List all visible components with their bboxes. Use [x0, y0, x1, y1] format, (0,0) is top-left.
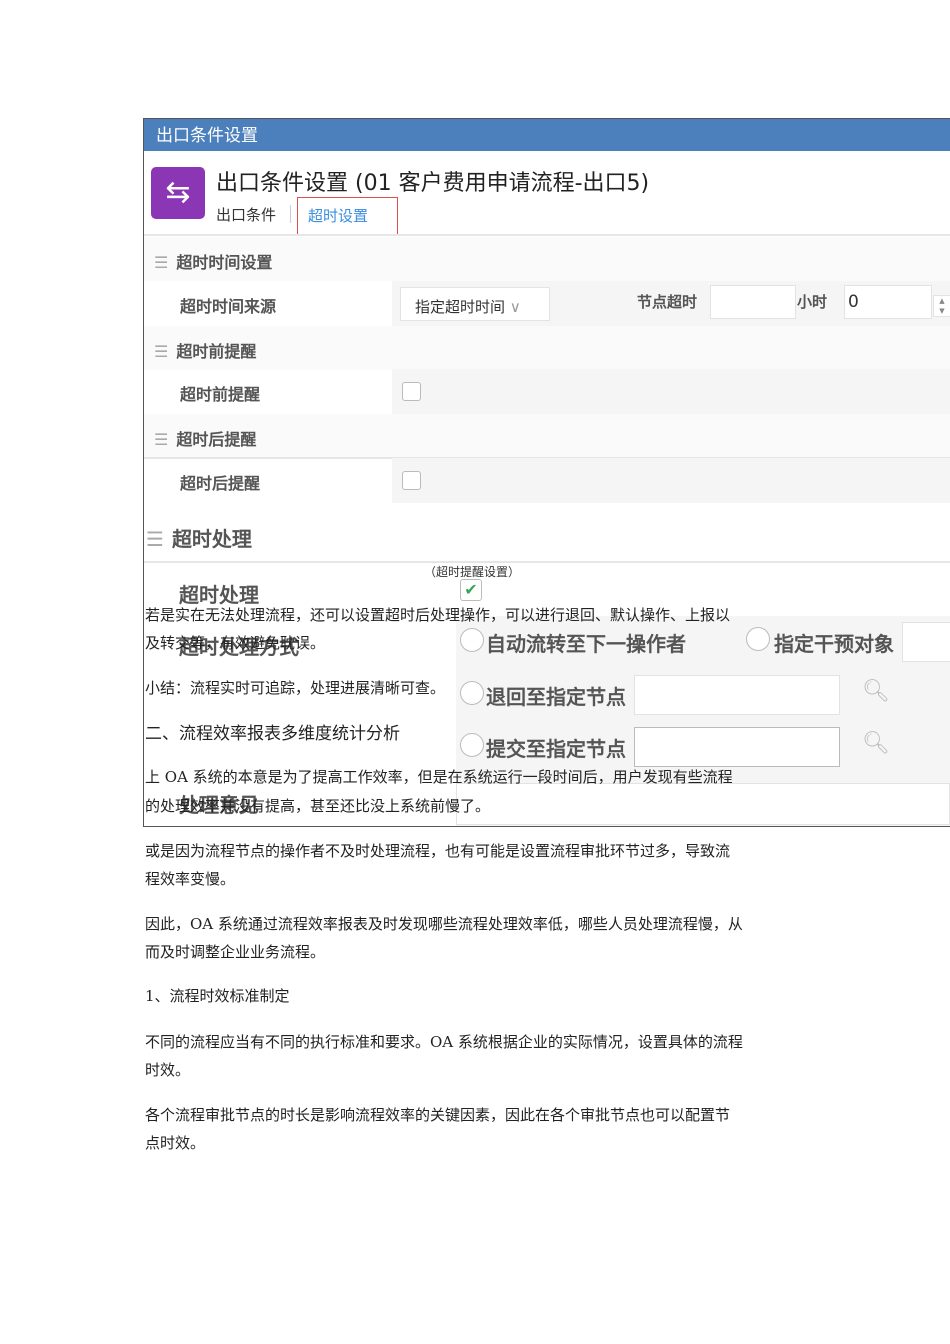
section-title: 超时后提醒 [176, 430, 257, 449]
window-title: 出口条件设置 [144, 119, 950, 151]
section-before-remind: ☰ 超时前提醒 [144, 326, 950, 370]
section-handling: ☰ 超时处理 [144, 511, 950, 561]
section-title: 超时前提醒 [176, 342, 257, 361]
hours-spinner[interactable]: ▲ ▼ [933, 295, 950, 317]
hours-label: 小时 [797, 293, 828, 311]
radio-intervene[interactable] [746, 627, 770, 651]
search-icon[interactable]: 🔍︎ [862, 679, 890, 704]
tab-exit-conditions[interactable]: 出口条件 [216, 204, 276, 225]
row-before-remind: 超时前提醒 [144, 369, 950, 414]
time-source-value: 指定超时时间 [415, 298, 506, 316]
paragraph-line: 上 OA 系统的本意是为了提高工作效率，但是在系统运行一段时间后，用户发现有些流… [145, 768, 733, 786]
menu-icon: ☰ [154, 253, 169, 272]
paragraph-line: 的处理效率并没有提高，甚至还比没上系统前慢了。 [145, 797, 491, 815]
page-title: 出口条件设置 (01 客户费用申请流程-出口5) [216, 171, 650, 196]
flow-exit-icon: ⇆ [151, 167, 205, 219]
option-label: 指定干预对象 [774, 632, 894, 656]
section-title: 超时时间设置 [176, 253, 273, 272]
after-remind-label: 超时后提醒 [180, 474, 261, 493]
row-time-source: 超时时间来源 指定超时时间 ∨ 节点超时 小时 0 ▲ ▼ [144, 281, 950, 326]
before-remind-checkbox[interactable] [402, 382, 421, 401]
paragraph-line: 小结：流程实时可追踪，处理进展清晰可查。 [145, 679, 446, 697]
radio-auto-next[interactable] [460, 628, 484, 652]
search-icon[interactable]: 🔍︎ [862, 731, 890, 756]
node-timeout-label: 节点超时 [637, 293, 698, 311]
subheading: 1、流程时效标准制定 [145, 987, 290, 1005]
submit-node-input[interactable] [634, 727, 840, 767]
handling-checkbox[interactable]: ✔ [460, 579, 482, 601]
divider [144, 234, 950, 236]
row-bg [392, 458, 950, 503]
before-remind-label: 超时前提醒 [180, 385, 261, 404]
paragraph-line: 时效。 [145, 1061, 191, 1079]
opinion-input[interactable] [456, 783, 950, 825]
paragraph-line: 点时效。 [145, 1134, 206, 1152]
chevron-down-icon: ∨ [509, 298, 521, 316]
paragraph-line: 不同的流程应当有不同的执行标准和要求。OA 系统根据企业的实际情况，设置具体的流… [145, 1033, 743, 1051]
paragraph-line: 或是因为流程节点的操作者不及时处理流程，也有可能是设置流程审批环节过多，导致流 [145, 842, 731, 860]
figure-caption: （超时提醒设置） [424, 565, 521, 579]
paragraph-line: 而及时调整企业业务流程。 [145, 943, 326, 961]
paragraph-line: 程效率变慢。 [145, 870, 236, 888]
option-label: 自动流转至下一操作者 [486, 632, 686, 656]
time-source-select[interactable]: 指定超时时间 ∨ [400, 287, 550, 321]
paragraph-line: 因此，OA 系统通过流程效率报表及时发现哪些流程处理效率低，哪些人员处理流程慢，… [145, 915, 743, 933]
time-source-label: 超时时间来源 [180, 297, 277, 316]
menu-icon: ☰ [154, 430, 169, 449]
hours-value: 0 [848, 292, 859, 312]
divider [144, 561, 950, 563]
node-timeout-input[interactable] [710, 285, 796, 319]
paragraph-line: 各个流程审批节点的时长是影响流程效率的关键因素，因此在各个审批节点也可以配置节 [145, 1106, 731, 1124]
radio-return-node[interactable] [460, 681, 484, 705]
section-heading: 二、流程效率报表多维度统计分析 [145, 724, 400, 744]
paragraph-line: 若是实在无法处理流程，还可以设置超时后处理操作，可以进行退回、默认操作、上报以 [145, 606, 731, 624]
tab-separator [290, 205, 291, 223]
hours-input[interactable]: 0 [844, 285, 932, 319]
menu-icon: ☰ [146, 527, 164, 551]
intervene-input[interactable] [902, 622, 950, 662]
radio-submit-node[interactable] [460, 733, 484, 757]
section-after-remind: ☰ 超时后提醒 [144, 414, 950, 458]
row-bg [392, 369, 950, 414]
after-remind-checkbox[interactable] [402, 471, 421, 490]
return-node-input[interactable] [634, 675, 840, 715]
tab-timeout-settings[interactable]: 超时设置 [297, 197, 398, 235]
paragraph-line: 及转交等，有效避免耽误。 [145, 634, 326, 652]
section-title: 超时处理 [171, 527, 252, 551]
option-label: 提交至指定节点 [486, 737, 626, 761]
option-label: 退回至指定节点 [486, 685, 626, 709]
section-timeout-time: ☰ 超时时间设置 [144, 237, 950, 281]
menu-icon: ☰ [154, 342, 169, 361]
row-after-remind: 超时后提醒 [144, 458, 950, 503]
